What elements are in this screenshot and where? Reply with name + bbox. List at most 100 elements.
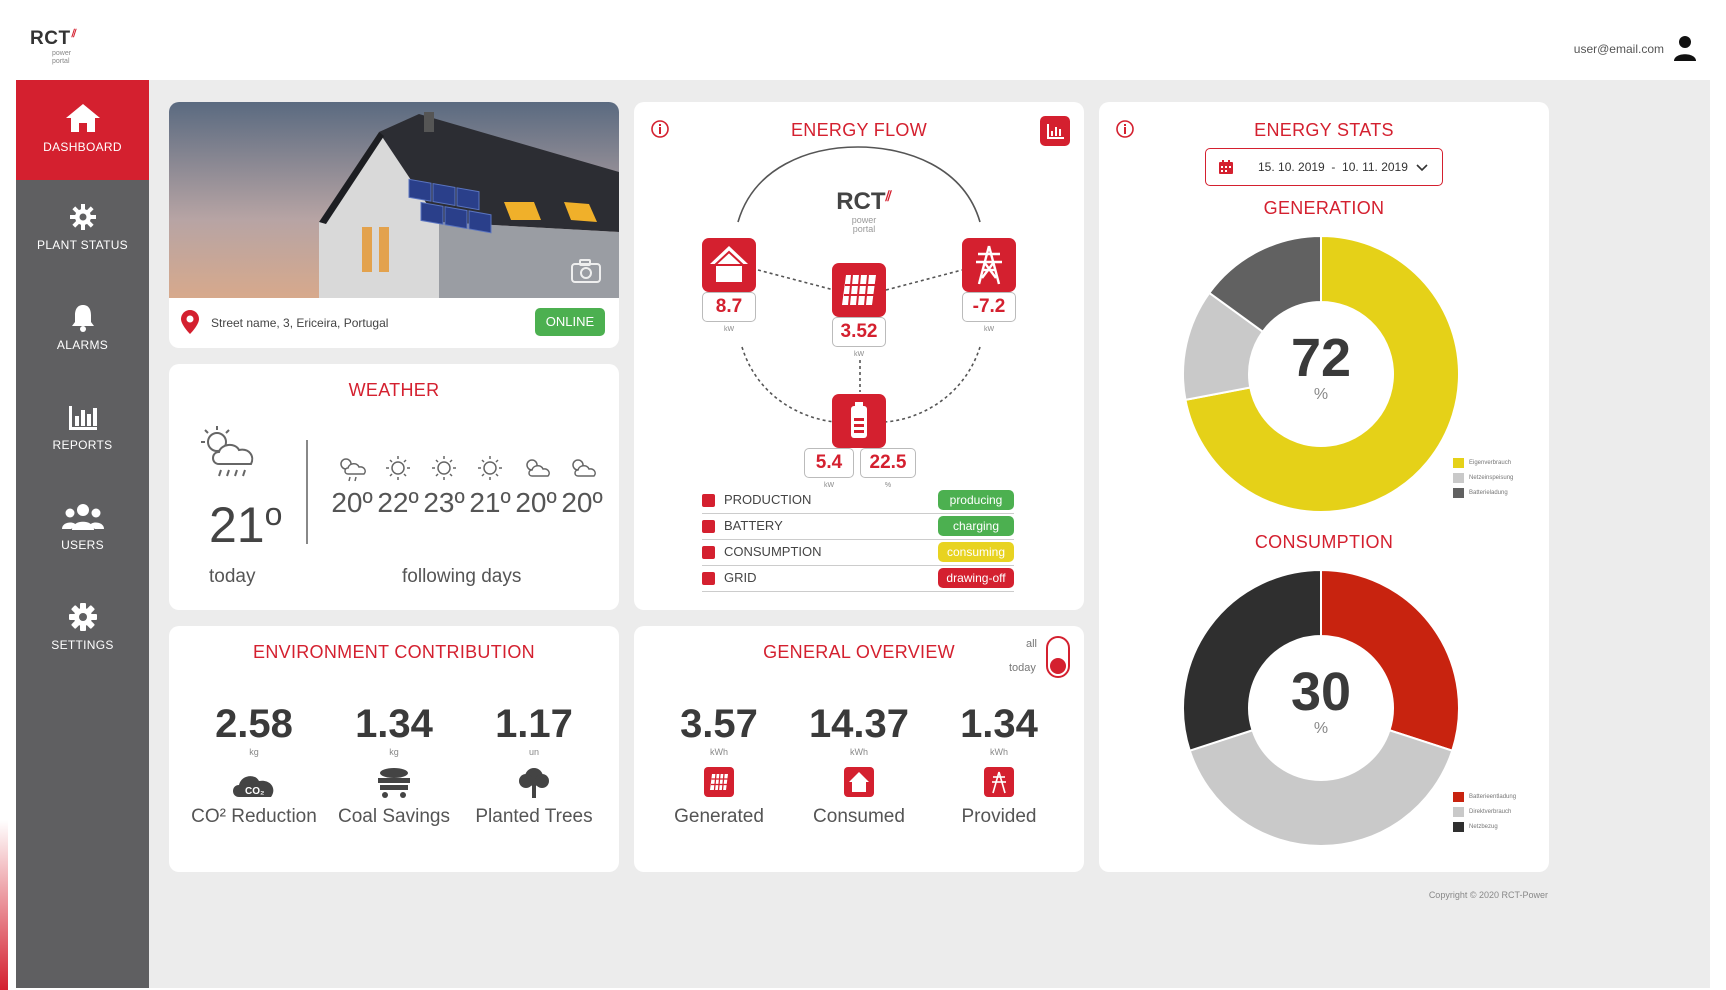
- today-temperature: 21o: [209, 496, 282, 554]
- grid-power-unit: kW: [983, 326, 995, 333]
- energy-flow-card: ENERGY FLOW RCT⫽ power portal 8.7 kW 3.5…: [634, 102, 1084, 610]
- flow-house-tile[interactable]: [702, 238, 756, 292]
- chevron-down-icon: [1416, 164, 1428, 172]
- legend-row-production: PRODUCTION producing: [702, 488, 1014, 514]
- overview-label: Consumed: [813, 806, 905, 827]
- toggle-today-label: today: [1009, 662, 1036, 674]
- sun-icon: [478, 456, 502, 480]
- environment-card: ENVIRONMENT CONTRIBUTION 2.58 kg CO₂ CO²…: [169, 626, 619, 872]
- toggle-knob: [1050, 658, 1066, 674]
- sun-cloud-rain-icon: [201, 426, 254, 477]
- overview-unit: kWh: [710, 747, 728, 757]
- overview-item-consumed: 14.37 kWh Consumed: [789, 702, 929, 828]
- following-days-label: following days: [402, 566, 522, 587]
- env-value: 1.17: [495, 702, 573, 746]
- camera-icon[interactable]: [570, 258, 602, 284]
- forecast-temp: 22º: [377, 487, 419, 518]
- brand-name: RCT: [30, 28, 71, 49]
- brand-sub-2: portal: [52, 58, 70, 65]
- generation-center: 72 %: [1271, 330, 1371, 404]
- user-email[interactable]: user@email.com: [1574, 42, 1664, 56]
- forecast-day: 20º: [559, 454, 605, 519]
- generation-unit: %: [1313, 386, 1329, 403]
- plant-address: Street name, 3, Ericeira, Portugal: [211, 316, 389, 330]
- sidebar-item-reports[interactable]: REPORTS: [16, 380, 149, 480]
- forecast-temp: 21º: [469, 487, 511, 518]
- forecast-day: 20º: [513, 454, 559, 519]
- donut-slice-1[interactable]: [1188, 728, 1454, 847]
- sun-cloud-icon: [572, 459, 596, 477]
- generation-value: 72: [1290, 328, 1352, 388]
- flow-grid-tile[interactable]: [962, 238, 1016, 292]
- overview-unit: kWh: [850, 747, 868, 757]
- flow-line-house-solar: [757, 269, 835, 291]
- legend-label: Direktverbrauch: [1469, 809, 1512, 815]
- sidebar-item-alarms[interactable]: ALARMS: [16, 280, 149, 380]
- users-icon: [61, 504, 104, 530]
- env-label: CO² Reduction: [191, 806, 317, 827]
- energy-stats-card: ENERGY STATS 15. 10. 2019 - 10. 11. 2019…: [1099, 102, 1549, 872]
- grid-power-value: -7.2: [962, 292, 1016, 322]
- overview-card: GENERAL OVERVIEW all today 3.57 kWh Gene…: [634, 626, 1084, 872]
- consumption-legend: Batterieentladung Direktverbrauch Netzbezu…: [1453, 790, 1543, 835]
- bar-chart-icon: [68, 406, 97, 430]
- battery-soc-value: 22.5: [860, 448, 916, 478]
- status-badge: producing: [938, 490, 1014, 510]
- plant-card: Street name, 3, Ericeira, Portugal ONLIN…: [169, 102, 619, 348]
- status-badge: charging: [938, 516, 1014, 536]
- flow-battery-tile[interactable]: [832, 394, 886, 448]
- flow-brand-logo: RCT⫽ power portal: [824, 188, 904, 234]
- user-account-icon[interactable]: [1672, 34, 1698, 62]
- overview-unit: kWh: [990, 747, 1008, 757]
- legend-entry: Eigenverbrauch: [1453, 456, 1543, 471]
- legend-entry: Netzbezug: [1453, 820, 1543, 835]
- overview-value: 3.57: [680, 702, 758, 746]
- brand-logo[interactable]: RCT⫽ power portal: [30, 28, 76, 66]
- consumption-legend-icon: [702, 546, 715, 559]
- sun-cloud-rain-icon: [340, 458, 366, 482]
- legend-swatch: [1453, 792, 1464, 802]
- generation-title: GENERATION: [1263, 198, 1385, 218]
- legend-row-grid: GRID drawing-off: [702, 566, 1014, 592]
- env-unit: kg: [389, 747, 399, 757]
- legend-label: Netzbezug: [1469, 824, 1498, 830]
- energy-stats-title: ENERGY STATS: [1254, 120, 1394, 140]
- status-badge: consuming: [938, 542, 1014, 562]
- brand-mark-icon: ⫽: [71, 28, 77, 40]
- sun-icon: [432, 456, 456, 480]
- solar-panel-icon: [842, 274, 876, 306]
- degree-symbol: o: [264, 496, 283, 532]
- solar-power-value: 3.52: [832, 317, 886, 347]
- date-range-picker[interactable]: 15. 10. 2019 - 10. 11. 2019: [1205, 148, 1443, 186]
- flow-solar-tile[interactable]: [832, 263, 886, 317]
- legend-swatch: [1453, 807, 1464, 817]
- sidebar-item-plant-status[interactable]: PLANT STATUS: [16, 180, 149, 280]
- sun-cloud-icon: [526, 459, 550, 477]
- legend-name: BATTERY: [724, 518, 783, 533]
- sidebar-item-label: ALARMS: [56, 338, 109, 352]
- sidebar-item-users[interactable]: USERS: [16, 480, 149, 580]
- sidebar-item-label: SETTINGS: [51, 638, 114, 652]
- legend-label: Netzeinspeisung: [1469, 475, 1514, 481]
- sidebar-item-settings[interactable]: SETTINGS: [16, 580, 149, 680]
- gear-icon: [69, 204, 96, 230]
- footer-copyright: Copyright © 2020 RCT-Power: [1428, 890, 1548, 900]
- legend-entry: Direktverbrauch: [1453, 805, 1543, 820]
- battery-legend-icon: [702, 520, 715, 533]
- sidebar-item-label: DASHBOARD: [43, 140, 122, 154]
- weather-title: WEATHER: [348, 380, 440, 400]
- period-toggle[interactable]: [1046, 636, 1070, 678]
- legend-swatch: [1453, 822, 1464, 832]
- legend-entry: Netzeinspeisung: [1453, 471, 1543, 486]
- sun-icon: [386, 456, 410, 480]
- today-temp-value: 21: [209, 497, 265, 553]
- flow-brand-sub-2: portal: [852, 224, 876, 234]
- bell-icon: [71, 305, 94, 332]
- sidebar-item-dashboard[interactable]: DASHBOARD: [16, 80, 149, 180]
- weather-divider: [306, 440, 308, 544]
- forecast-day: 23º: [421, 454, 467, 519]
- flow-line-house-battery: [741, 346, 837, 423]
- solar-power-unit: kW: [853, 351, 865, 358]
- flow-brand-name: RCT: [836, 188, 886, 215]
- env-unit: kg: [249, 747, 259, 757]
